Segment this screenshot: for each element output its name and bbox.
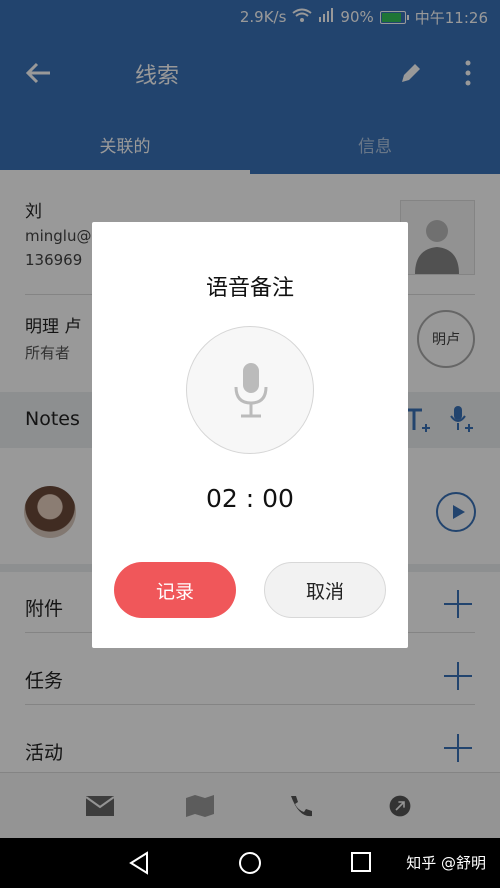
- dialog-title: 语音备注: [205, 276, 294, 301]
- cancel-button[interactable]: 取消: [264, 562, 386, 618]
- microphone-icon: [234, 363, 268, 418]
- home-circle-icon[interactable]: [238, 851, 262, 875]
- microphone-button[interactable]: [186, 326, 314, 454]
- system-nav-bar: 知乎 @舒明: [0, 838, 500, 888]
- recording-timer: 02 : 00: [206, 484, 294, 513]
- record-button[interactable]: 记录: [114, 562, 236, 618]
- back-triangle-icon[interactable]: [128, 851, 150, 875]
- voice-note-dialog: 语音备注 02 : 00 记录 取消: [92, 222, 408, 648]
- watermark: 知乎 @舒明: [406, 854, 486, 872]
- recents-square-icon[interactable]: [350, 851, 372, 873]
